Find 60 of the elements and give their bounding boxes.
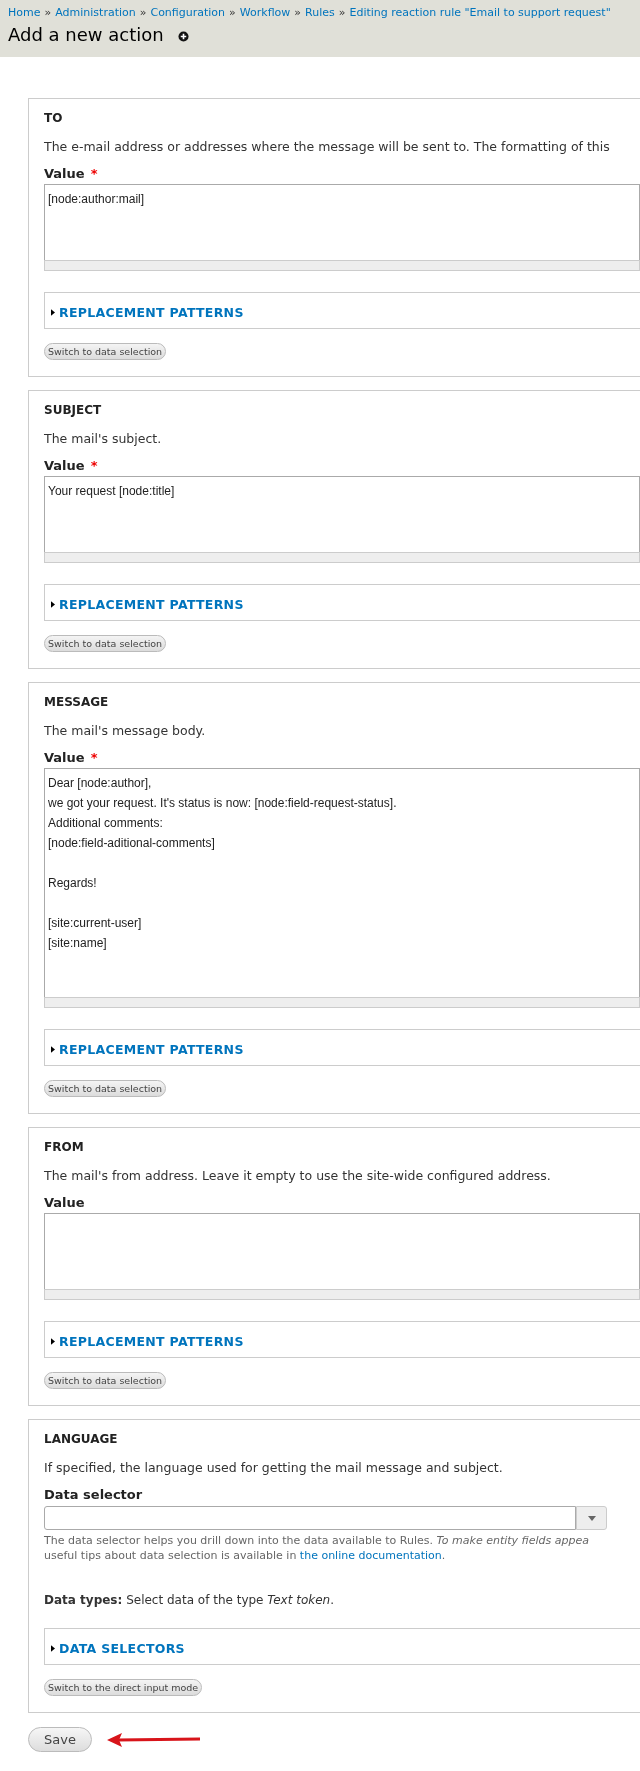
breadcrumb-separator: » <box>294 6 302 19</box>
section-heading: MESSAGE <box>44 695 110 709</box>
breadcrumb-link[interactable]: Rules <box>305 6 335 19</box>
section-description: If specified, the language used for getting the mail message and subject. <box>44 1460 504 1475</box>
save-button[interactable]: Save <box>28 1727 92 1752</box>
switch-mode-button[interactable]: Switch to data selection <box>44 343 167 360</box>
breadcrumb-separator: » <box>338 6 346 19</box>
section-heading: TO <box>44 111 64 125</box>
field-label: Value <box>44 750 85 765</box>
section-heading: SUBJECT <box>44 403 103 417</box>
section-description: The mail's from address. Leave it empty to use the site-wide configured address. <box>44 1168 552 1183</box>
switch-mode-button[interactable]: Switch to the direct input mode <box>44 1679 203 1696</box>
data-selector-field[interactable] <box>44 1506 576 1530</box>
required-mark: * <box>90 750 98 765</box>
breadcrumb-link[interactable]: Editing reaction rule "Email to support request" <box>349 6 611 19</box>
collapsible-panel-toggle[interactable]: REPLACEMENT PATTERNS <box>51 1042 244 1057</box>
switch-mode-button[interactable]: Switch to data selection <box>44 635 167 652</box>
section-heading: LANGUAGE <box>44 1432 119 1446</box>
resize-grip[interactable] <box>44 552 640 563</box>
triangle-right-icon <box>51 1338 55 1345</box>
caret-icon <box>587 1515 596 1521</box>
breadcrumb-link[interactable]: Workflow <box>239 6 291 19</box>
field-label: Value <box>44 458 85 473</box>
triangle-right-icon <box>51 1046 55 1053</box>
text-area-value: Your request [node:title] <box>48 483 176 500</box>
documentation-link[interactable]: the online documentation <box>299 1549 442 1562</box>
text-area-value: Dear [node:author], we got your request. It's status is now: [node:field-request-status]. Additional comments: [node:field-aditional-comments] Regards! [site:current-user] [site:name] <box>48 775 398 952</box>
dropdown-button[interactable] <box>576 1506 607 1530</box>
text-area-value: [node:author:mail] <box>48 191 146 208</box>
data-types-text: Data types: Select data of the type Text token. <box>44 1593 335 1607</box>
resize-grip[interactable] <box>44 997 640 1008</box>
page-title: Add a new action <box>8 24 164 45</box>
help-text: The data selector helps you drill down into the data available to Rules. To make entity fields appea useful tips about data selection is available in the online documentation. <box>44 1533 590 1563</box>
field-label: Value <box>44 166 85 181</box>
breadcrumb-separator: » <box>229 6 236 19</box>
collapsible-panel-toggle[interactable]: REPLACEMENT PATTERNS <box>51 1334 244 1349</box>
section-description: The mail's subject. <box>44 431 163 446</box>
switch-mode-button[interactable]: Switch to data selection <box>44 1372 167 1389</box>
collapsible-panel-toggle[interactable]: REPLACEMENT PATTERNS <box>51 597 244 612</box>
section-description: The mail's message body. <box>44 723 207 738</box>
collapsible-panel-toggle[interactable]: DATA SELECTORS <box>51 1641 185 1656</box>
triangle-right-icon <box>51 309 55 316</box>
required-mark: * <box>90 166 98 181</box>
field-label: Data selector <box>44 1487 143 1502</box>
breadcrumb-separator: » <box>139 6 147 19</box>
breadcrumb-link[interactable]: Home <box>8 6 41 19</box>
breadcrumb-link[interactable]: Administration <box>55 6 136 19</box>
field-label: Value <box>44 1195 85 1210</box>
switch-mode-button[interactable]: Switch to data selection <box>44 1080 167 1097</box>
required-mark: * <box>90 458 98 473</box>
section-description: The e-mail address or addresses where the message will be sent to. The formatting of this <box>44 139 611 154</box>
breadcrumb-separator: » <box>44 6 52 19</box>
section-heading: FROM <box>44 1140 85 1154</box>
resize-grip[interactable] <box>44 260 640 271</box>
triangle-right-icon <box>51 1645 55 1652</box>
plus-circle-icon[interactable] <box>177 30 189 42</box>
collapsible-panel-toggle[interactable]: REPLACEMENT PATTERNS <box>51 305 244 320</box>
breadcrumb-link[interactable]: Configuration <box>150 6 226 19</box>
triangle-right-icon <box>51 601 55 608</box>
resize-grip[interactable] <box>44 1289 640 1300</box>
